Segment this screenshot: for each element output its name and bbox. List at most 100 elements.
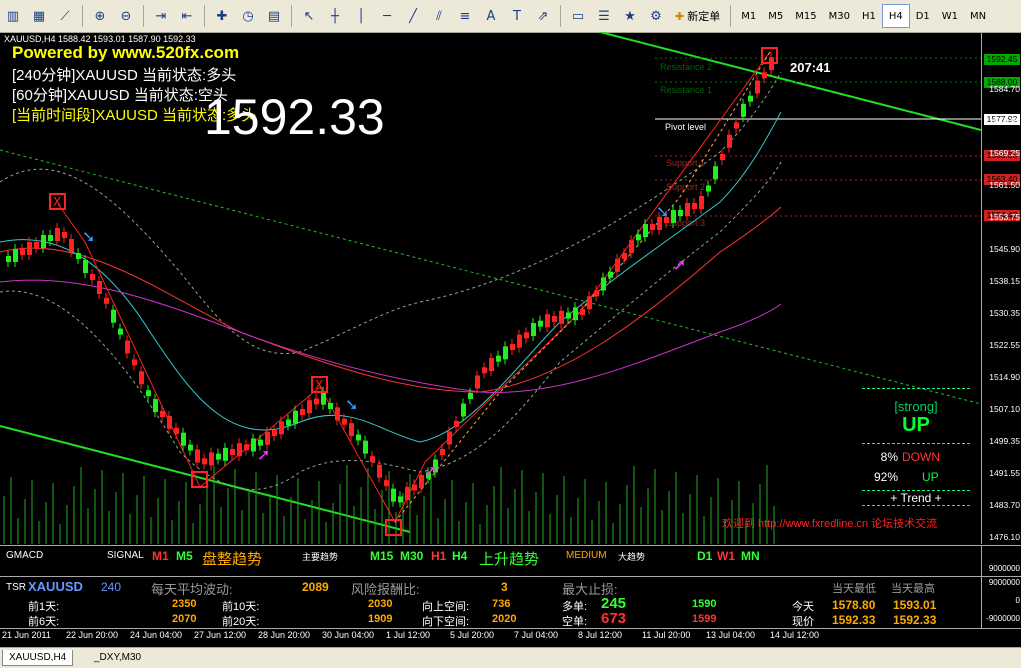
fibonacci-icon[interactable]: ≡: [453, 4, 477, 28]
crosshair-icon[interactable]: ┼: [323, 4, 347, 28]
gmacd-axis: 9000000: [981, 545, 1021, 577]
window-icon[interactable]: ▭: [566, 4, 590, 28]
candle-body: [398, 496, 403, 503]
candle-body: [174, 427, 179, 434]
candle-body: [118, 328, 123, 335]
price-axis-label: 1491.55: [989, 468, 1020, 478]
tsr-panel: TSR XAUUSD 240 每天平均波动: 2089 风险报酬比: 3 最大止…: [0, 576, 981, 629]
sell-signal-x: X: [53, 195, 61, 209]
down-label: DOWN: [902, 450, 940, 464]
candle-body: [139, 371, 144, 385]
candlestick-icon[interactable]: ▦: [27, 4, 51, 28]
separator: [730, 5, 732, 27]
fast-ma: [0, 111, 782, 443]
new-order-button[interactable]: ✚ 新定单: [669, 4, 726, 28]
tab-dxy-m30[interactable]: _DXY,M30: [88, 650, 147, 665]
candle-body: [34, 242, 39, 248]
price-axis-label: 1499.35: [989, 436, 1020, 446]
today-label: 今天: [792, 601, 814, 613]
up-arrow-icon: ➚: [424, 461, 437, 480]
candle-body: [41, 235, 46, 248]
tab-xauusd-h4[interactable]: XAUUSD,H4: [2, 650, 74, 666]
indicators-icon[interactable]: ✚: [210, 4, 234, 28]
prev1-label: 前1天:: [28, 601, 60, 613]
prev10-label: 前10天:: [222, 601, 260, 613]
candle-body: [454, 421, 459, 427]
tf-label-m30: M30: [400, 549, 424, 563]
candle-body: [447, 431, 452, 445]
navigator-icon[interactable]: ☰: [592, 4, 616, 28]
fractal-line: [394, 51, 771, 523]
candle-body: [363, 440, 368, 454]
periods-icon[interactable]: ◷: [236, 4, 260, 28]
separator: [560, 5, 561, 27]
candle-body: [167, 415, 172, 429]
tf-m15[interactable]: M15: [789, 5, 822, 27]
candle-body: [643, 224, 648, 237]
candle-body: [349, 423, 354, 437]
slow-ma: [0, 206, 782, 393]
candle-body: [622, 253, 627, 259]
trendline-icon[interactable]: ╱: [401, 4, 425, 28]
auto-scroll-icon[interactable]: ⇥: [149, 4, 173, 28]
zoom-in-icon[interactable]: ⊕: [88, 4, 112, 28]
tf-label-d1: D1: [697, 549, 713, 563]
horizontal-line-icon[interactable]: ─: [375, 4, 399, 28]
cursor-icon[interactable]: ↖: [297, 4, 321, 28]
arrows-icon[interactable]: ⇗: [531, 4, 555, 28]
powered-by-text: Powered by www.520fx.com: [12, 43, 240, 62]
down-pct: 8%: [880, 450, 898, 464]
candle-body: [181, 432, 186, 446]
down-arrow-icon: ➘: [345, 395, 358, 414]
candle-body: [615, 258, 620, 272]
time-axis: 21 Jun 2011 22 Jun 20:00 24 Jun 04:00 27 Ju…: [0, 629, 1021, 646]
time-axis-label: 1 Jul 12:00: [386, 630, 431, 640]
candle-body: [713, 166, 718, 180]
prev20-value: 1909: [368, 613, 393, 625]
bar-chart-icon[interactable]: ▥: [1, 4, 25, 28]
candle-body: [727, 134, 732, 148]
tsr-axis: 9000000 0 -9000000: [981, 576, 1021, 629]
tf-h4[interactable]: H4: [881, 4, 910, 28]
sell-signal-x: X: [315, 378, 323, 392]
candle-body: [755, 80, 760, 94]
candle-body: [489, 358, 494, 371]
label-icon[interactable]: T: [505, 4, 529, 28]
templates-icon[interactable]: ▤: [262, 4, 286, 28]
expert-icon[interactable]: ⚙: [644, 4, 668, 28]
price-axis-label: 1561.50: [989, 180, 1020, 190]
tf-w1[interactable]: W1: [936, 5, 964, 27]
tf-mn[interactable]: MN: [964, 5, 992, 27]
tf-h1[interactable]: H1: [856, 5, 882, 27]
zoom-out-icon[interactable]: ⊖: [114, 4, 138, 28]
tf-m30[interactable]: M30: [823, 5, 856, 27]
candle-body: [412, 484, 417, 491]
price-axis-label: 1584.70: [989, 84, 1020, 94]
chart-shift-icon[interactable]: ⇤: [175, 4, 199, 28]
time-axis-label: 13 Jul 04:00: [706, 630, 756, 640]
tf-d1[interactable]: D1: [910, 5, 936, 27]
short-value: 673: [601, 610, 627, 627]
time-axis-label: 7 Jul 04:00: [514, 630, 559, 640]
text-icon[interactable]: A: [479, 4, 503, 28]
down-space-label: 向下空间:: [422, 616, 470, 628]
tf-m1[interactable]: M1: [735, 5, 762, 27]
candle-body: [265, 431, 270, 445]
prev20-label: 前20天:: [222, 616, 260, 628]
tf-m5[interactable]: M5: [762, 5, 789, 27]
time-axis-label: 5 Jul 20:00: [450, 630, 495, 640]
vertical-line-icon[interactable]: │: [349, 4, 373, 28]
separator: [291, 5, 292, 27]
day-low-label: 当天最低: [832, 583, 876, 595]
folder-icon[interactable]: ★: [618, 4, 642, 28]
today-high: 1593.01: [893, 598, 937, 612]
new-order-label: 新定单: [687, 10, 721, 23]
line-chart-icon[interactable]: ⟋: [53, 4, 77, 28]
time-axis-label: 14 Jul 12:00: [770, 630, 820, 640]
divider: [862, 443, 970, 444]
tf-label-m15: M15: [370, 549, 394, 563]
channel-icon[interactable]: ⫽: [427, 4, 451, 28]
trend-strength: [strong]: [894, 399, 938, 414]
candle-body: [496, 355, 501, 362]
price-axis-label: 1483.70: [989, 500, 1020, 510]
